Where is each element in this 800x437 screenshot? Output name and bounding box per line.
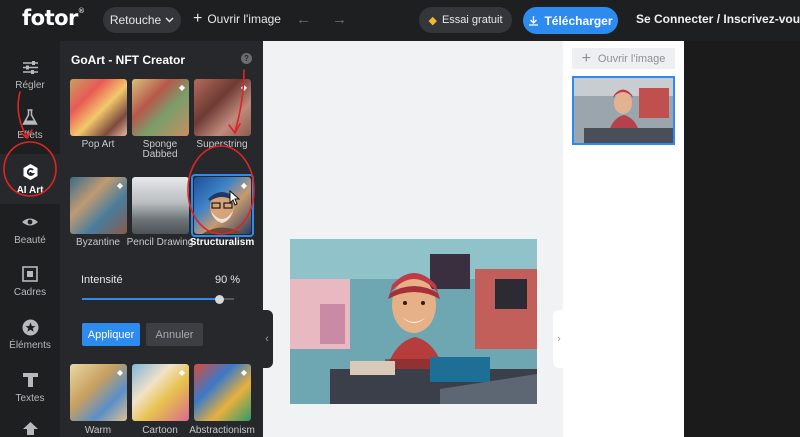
sidebar-label-effets: Effets [17,130,43,141]
style-thumb-cartoon[interactable]: ◆ [132,364,189,421]
style-thumb-abstractionism[interactable]: ◆ [194,364,251,421]
intensity-slider-thumb[interactable] [215,295,224,304]
fotor-editor: fotor® Retouche + Ouvrir l'image ← → ◆ E… [0,0,800,437]
style-label-abstractionism: Abstractionism [189,425,255,436]
ai-art-icon [20,162,40,182]
dark-background-area [684,41,800,437]
top-bar: fotor® Retouche + Ouvrir l'image ← → ◆ E… [0,0,800,41]
sidebar-item-beaute[interactable]: Beauté [0,204,60,254]
premium-gem-icon: ◆ [178,368,185,377]
premium-gem-icon: ◆ [240,181,247,190]
style-thumb-warm[interactable]: ◆ [70,364,127,421]
flask-icon [20,107,40,127]
sidebar-item-more[interactable] [0,413,60,437]
edited-photo[interactable] [290,239,537,404]
sidebar-label-regler: Régler [15,80,45,91]
undo-arrow-icon[interactable]: ← [296,11,311,28]
apply-button[interactable]: Appliquer [82,323,140,346]
chevron-right-icon: › [557,333,561,345]
login-signup-link[interactable]: Se Connecter / Inscrivez-vous [636,12,800,26]
open-image-secondary-button[interactable]: + Ouvrir l'image [572,48,675,69]
photo-artwork [290,239,537,404]
fotor-logo[interactable]: fotor® [22,6,85,30]
style-thumb-byzantine[interactable]: ◆ [70,177,127,234]
panel-title: GoArt - NFT Creator [71,53,185,67]
sliders-icon [20,57,40,77]
free-trial-label: Essai gratuit [441,14,503,26]
sidebar-label-ai-art: AI Art [16,185,44,196]
collapse-panel-tab[interactable]: ‹ [261,310,273,368]
open-image-button[interactable]: + Ouvrir l'image [193,10,281,27]
sidebar-item-ai-art[interactable]: AI Art [0,154,60,204]
sidebar-label-cadres: Cadres [13,287,47,298]
intensity-slider-fill [82,298,219,300]
style-label-structuralism: Structuralism [189,237,255,248]
diamond-icon: ◆ [428,14,437,27]
frame-icon [20,264,40,284]
sidebar-item-cadres[interactable]: Cadres [0,256,60,306]
left-sidebar: Régler Effets AI Art Beauté Cadres Éléme… [0,41,60,437]
intensity-slider[interactable] [82,295,234,304]
sidebar-item-regler[interactable]: Régler [0,49,60,99]
style-thumb-sponge-dabbed[interactable]: ◆ [132,79,189,136]
sidebar-item-elements[interactable]: Éléments [0,309,60,359]
style-thumb-structuralism[interactable]: ◆ [194,177,251,234]
style-thumb-pencil-drawing[interactable] [132,177,189,234]
intensity-label: Intensité [81,274,123,286]
chevron-down-icon [165,17,174,23]
sidebar-label-textes: Textes [15,393,45,404]
retouche-dropdown[interactable]: Retouche [103,7,181,33]
premium-gem-icon: ◆ [116,181,123,190]
plus-icon: + [581,49,591,67]
premium-gem-icon: ◆ [240,83,247,92]
sidebar-item-textes[interactable]: Textes [0,362,60,412]
redo-arrow-icon[interactable]: → [332,11,347,28]
sidebar-label-elements: Éléments [9,340,51,351]
free-trial-button[interactable]: ◆ Essai gratuit [419,7,512,33]
plus-icon: + [193,10,203,27]
image-thumbnail[interactable] [572,76,675,145]
premium-gem-icon: ◆ [178,83,185,92]
goart-panel: GoArt - NFT Creator ? Pop Art ◆ Sponge D… [60,41,263,437]
upload-icon [20,418,40,437]
retouche-label: Retouche [109,13,162,27]
sidebar-label-beaute: Beauté [14,235,46,246]
text-icon [20,370,40,390]
chevron-left-icon: ‹ [265,333,269,345]
sidebar-item-effets[interactable]: Effets [0,99,60,149]
thumbnail-photo [574,78,673,143]
style-thumb-pop-art[interactable] [70,79,127,136]
premium-gem-icon: ◆ [240,368,247,377]
download-label: Télécharger [544,13,613,28]
download-icon [529,16,539,26]
open-image-label: Ouvrir l'image [207,12,281,26]
help-icon[interactable]: ? [241,53,252,64]
premium-gem-icon: ◆ [116,368,123,377]
download-button[interactable]: Télécharger [523,7,618,34]
style-thumb-superstring[interactable]: ◆ [194,79,251,136]
cancel-button[interactable]: Annuler [146,323,203,346]
intensity-value: 90 % [215,274,241,286]
eye-icon [20,212,40,232]
style-label-superstring: Superstring [196,139,248,150]
star-icon [20,317,40,337]
open-image-secondary-label: Ouvrir l'image [597,52,666,65]
